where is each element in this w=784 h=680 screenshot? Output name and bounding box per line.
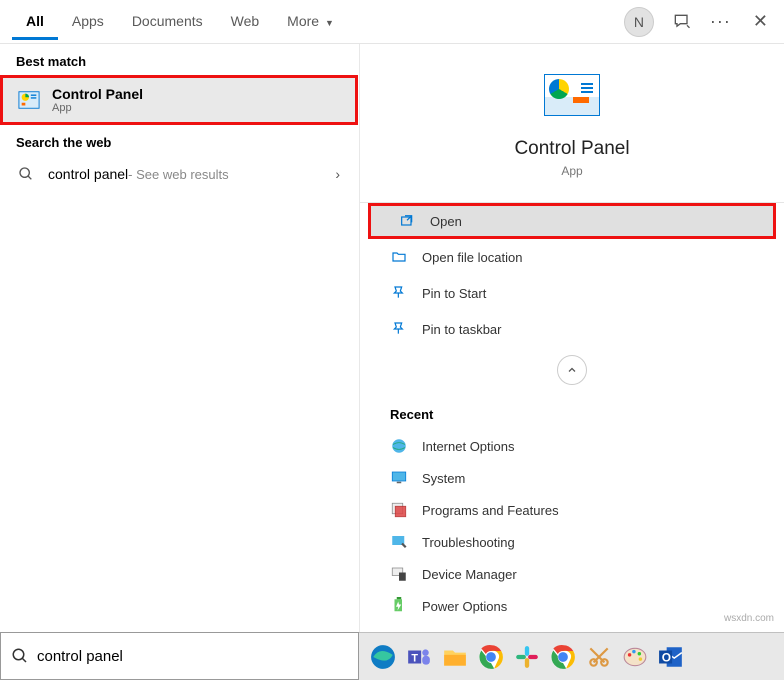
recent-label: Troubleshooting	[422, 535, 515, 550]
result-title: Control Panel	[52, 86, 143, 102]
recent-label: Programs and Features	[422, 503, 559, 518]
chevron-right-icon: ›	[335, 166, 340, 182]
recent-label: Power Options	[422, 599, 507, 614]
collapse-button[interactable]	[557, 355, 587, 385]
tab-more[interactable]: More ▼	[273, 3, 348, 40]
taskbar-chrome-icon[interactable]	[475, 641, 507, 673]
device-icon	[390, 565, 408, 583]
watermark: wsxdn.com	[724, 613, 774, 624]
taskbar-outlook-icon[interactable]: O	[655, 641, 687, 673]
recent-label: Internet Options	[422, 439, 515, 454]
recent-label: Device Manager	[422, 567, 517, 582]
action-open-file-location[interactable]: Open file location	[360, 239, 784, 275]
preview-title: Control Panel	[400, 138, 744, 160]
taskbar-slack-icon[interactable]	[511, 641, 543, 673]
action-open[interactable]: Open	[368, 203, 776, 239]
search-input[interactable]	[37, 648, 348, 665]
action-pin-to-start[interactable]: Pin to Start	[360, 275, 784, 311]
taskbar: T O	[359, 632, 784, 680]
action-pin-to-taskbar[interactable]: Pin to taskbar	[360, 311, 784, 347]
feedback-icon[interactable]	[672, 12, 692, 32]
user-avatar[interactable]: N	[624, 7, 654, 37]
recent-device-manager[interactable]: Device Manager	[360, 558, 784, 590]
recent-troubleshooting[interactable]: Troubleshooting	[360, 526, 784, 558]
power-icon	[390, 597, 408, 615]
result-sub: App	[52, 102, 143, 114]
svg-text:O: O	[662, 650, 671, 664]
taskbar-snip-icon[interactable]	[583, 641, 615, 673]
more-options-icon[interactable]: ···	[710, 11, 731, 32]
recent-header: Recent	[360, 393, 784, 430]
pin-icon	[390, 321, 408, 337]
recent-label: System	[422, 471, 465, 486]
recent-system[interactable]: System	[360, 462, 784, 494]
actions-list: Open Open file location Pin to Start Pin…	[360, 203, 784, 347]
action-label: Open	[430, 214, 462, 229]
search-tabs: All Apps Documents Web More ▼ N ··· ✕	[0, 0, 784, 44]
internet-icon	[390, 437, 408, 455]
web-header: Search the web	[0, 125, 358, 156]
web-text: control panel	[48, 166, 128, 182]
svg-text:T: T	[411, 652, 418, 664]
taskbar-edge-icon[interactable]	[367, 641, 399, 673]
search-icon	[18, 166, 36, 182]
open-icon	[398, 213, 416, 229]
recent-list: Internet Options System Programs and Fea…	[360, 430, 784, 622]
control-panel-icon	[18, 89, 40, 111]
tab-documents[interactable]: Documents	[118, 3, 217, 40]
action-label: Open file location	[422, 250, 522, 265]
best-match-header: Best match	[0, 44, 358, 75]
taskbar-paint-icon[interactable]	[619, 641, 651, 673]
control-panel-large-icon	[544, 74, 600, 116]
preview-panel: Control Panel App Open Open file locatio…	[359, 44, 784, 632]
recent-programs[interactable]: Programs and Features	[360, 494, 784, 526]
tab-web[interactable]: Web	[217, 3, 274, 40]
taskbar-explorer-icon[interactable]	[439, 641, 471, 673]
web-result[interactable]: control panel - See web results ›	[0, 156, 358, 192]
tab-all[interactable]: All	[12, 3, 58, 40]
close-icon[interactable]: ✕	[749, 7, 772, 36]
wrench-icon	[390, 533, 408, 551]
taskbar-teams-icon[interactable]: T	[403, 641, 435, 673]
tab-apps[interactable]: Apps	[58, 3, 118, 40]
action-label: Pin to taskbar	[422, 322, 502, 337]
recent-power-options[interactable]: Power Options	[360, 590, 784, 622]
folder-icon	[390, 249, 408, 265]
preview-sub: App	[400, 164, 744, 178]
results-panel: Best match Control Panel App Search the …	[0, 44, 359, 632]
web-suffix: - See web results	[128, 167, 228, 182]
pin-icon	[390, 285, 408, 301]
result-control-panel[interactable]: Control Panel App	[0, 75, 358, 125]
taskbar-chrome2-icon[interactable]	[547, 641, 579, 673]
search-bar	[0, 632, 359, 680]
action-label: Pin to Start	[422, 286, 486, 301]
monitor-icon	[390, 469, 408, 487]
recent-internet-options[interactable]: Internet Options	[360, 430, 784, 462]
programs-icon	[390, 501, 408, 519]
search-icon	[11, 647, 29, 665]
